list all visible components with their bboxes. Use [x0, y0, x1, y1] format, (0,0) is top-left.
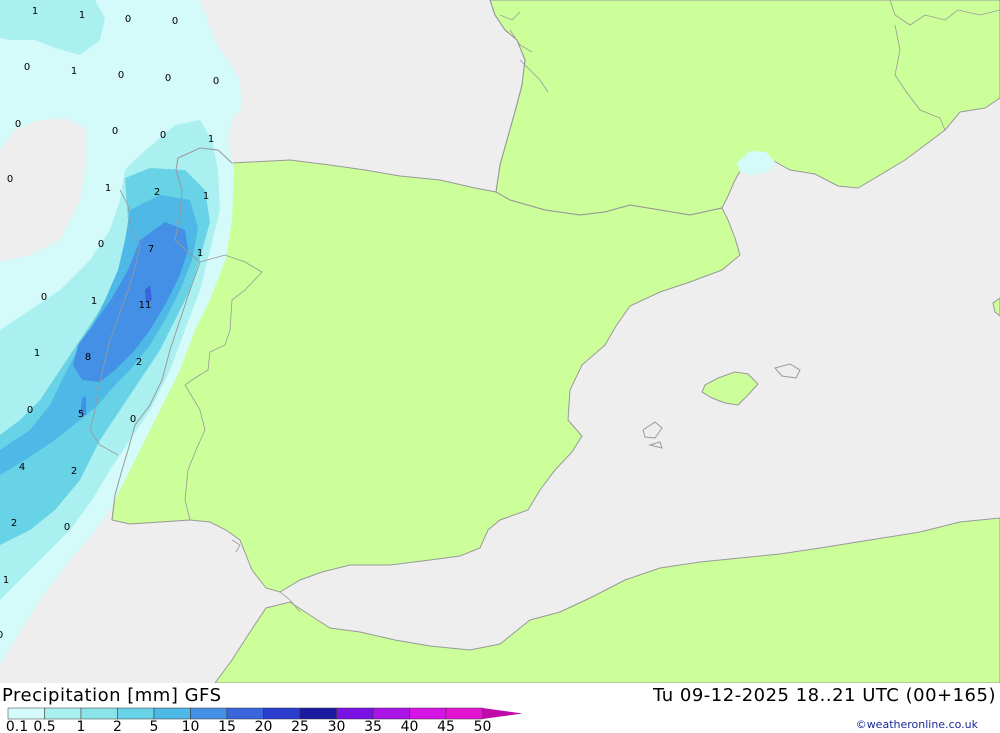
grid-value-label: 1 — [105, 183, 111, 194]
legend-level-label: 30 — [328, 719, 346, 733]
grid-value-label: 8 — [85, 352, 91, 363]
legend-swatch — [44, 707, 82, 720]
legend-swatch — [336, 707, 374, 720]
credit-link[interactable]: ©weatheronline.co.uk — [856, 718, 978, 731]
legend-swatch — [299, 707, 337, 720]
legend-level-label: 0.5 — [33, 719, 55, 733]
grid-value-label: 5 — [78, 409, 84, 420]
grid-value-label: 0 — [24, 62, 30, 73]
grid-value-label: 1 — [79, 10, 85, 21]
legend-level-label: 10 — [182, 719, 200, 733]
grid-value-label: 1 — [3, 575, 9, 586]
grid-value-label: 4 — [19, 462, 25, 473]
map-footer: Precipitation [mm] GFS Tu 09-12-2025 18.… — [0, 683, 1000, 733]
grid-value-label: 0 — [98, 239, 104, 250]
grid-value-label: 0 — [15, 119, 21, 130]
grid-value-label: 2 — [136, 357, 142, 368]
grid-value-label: 2 — [154, 187, 160, 198]
grid-value-label: 1 — [203, 191, 209, 202]
legend-level-label: 5 — [150, 719, 159, 733]
legend-swatch — [372, 707, 410, 720]
legend-swatch — [226, 707, 264, 720]
legend-swatch — [7, 707, 45, 720]
grid-value-label: 1 — [91, 296, 97, 307]
grid-value-label: 11 — [139, 300, 152, 311]
grid-value-label: 0 — [213, 76, 219, 87]
legend-level-label: 40 — [401, 719, 419, 733]
precipitation-map: 110001000000101210710111182050422010 — [0, 0, 1000, 683]
grid-value-label: 1 — [197, 248, 203, 259]
grid-value-label: 0 — [41, 292, 47, 303]
grid-value-label: 0 — [118, 70, 124, 81]
legend-level-label: 20 — [255, 719, 273, 733]
grid-value-label: 0 — [27, 405, 33, 416]
legend-swatch — [190, 707, 228, 720]
grid-value-label: 0 — [160, 130, 166, 141]
grid-value-label: 0 — [112, 126, 118, 137]
grid-value-label: 0 — [125, 14, 131, 25]
grid-value-label: 1 — [34, 348, 40, 359]
precipitation-legend: 0.1 0.5 1 2 5 10 15 20 25 30 35 40 45 50 — [6, 707, 523, 733]
grid-value-label: 2 — [11, 518, 17, 529]
legend-level-label: 45 — [437, 719, 455, 733]
legend-level-label: 0.1 — [6, 719, 28, 733]
legend-level-label: 1 — [77, 719, 86, 733]
legend-level-label: 15 — [218, 719, 236, 733]
legend-swatch — [153, 707, 191, 720]
grid-value-label: 7 — [148, 244, 154, 255]
grid-value-label: 1 — [208, 134, 214, 145]
legend-swatch — [445, 707, 483, 720]
grid-value-label: 0 — [7, 174, 13, 185]
grid-value-label: 1 — [32, 6, 38, 17]
map-title: Precipitation [mm] GFS — [2, 685, 222, 706]
title-label: Precipitation [mm] — [2, 685, 179, 706]
grid-value-label: 0 — [0, 630, 3, 641]
legend-level-label: 35 — [364, 719, 382, 733]
legend-arrow — [482, 708, 523, 719]
grid-value-label: 2 — [71, 466, 77, 477]
legend-swatch — [263, 707, 301, 720]
forecast-datetime: Tu 09-12-2025 18..21 UTC (00+165) — [653, 685, 996, 706]
legend-level-label: 2 — [113, 719, 122, 733]
grid-value-label: 0 — [130, 414, 136, 425]
grid-value-label: 1 — [71, 66, 77, 77]
legend-swatch — [80, 707, 118, 720]
legend-swatch — [117, 707, 155, 720]
legend-level-label: 25 — [291, 719, 309, 733]
grid-value-label: 0 — [165, 73, 171, 84]
legend-swatch — [409, 707, 447, 720]
legend-level-label: 50 — [474, 719, 492, 733]
model-name: GFS — [184, 685, 222, 706]
grid-value-label: 0 — [172, 16, 178, 27]
grid-value-label: 0 — [64, 522, 70, 533]
